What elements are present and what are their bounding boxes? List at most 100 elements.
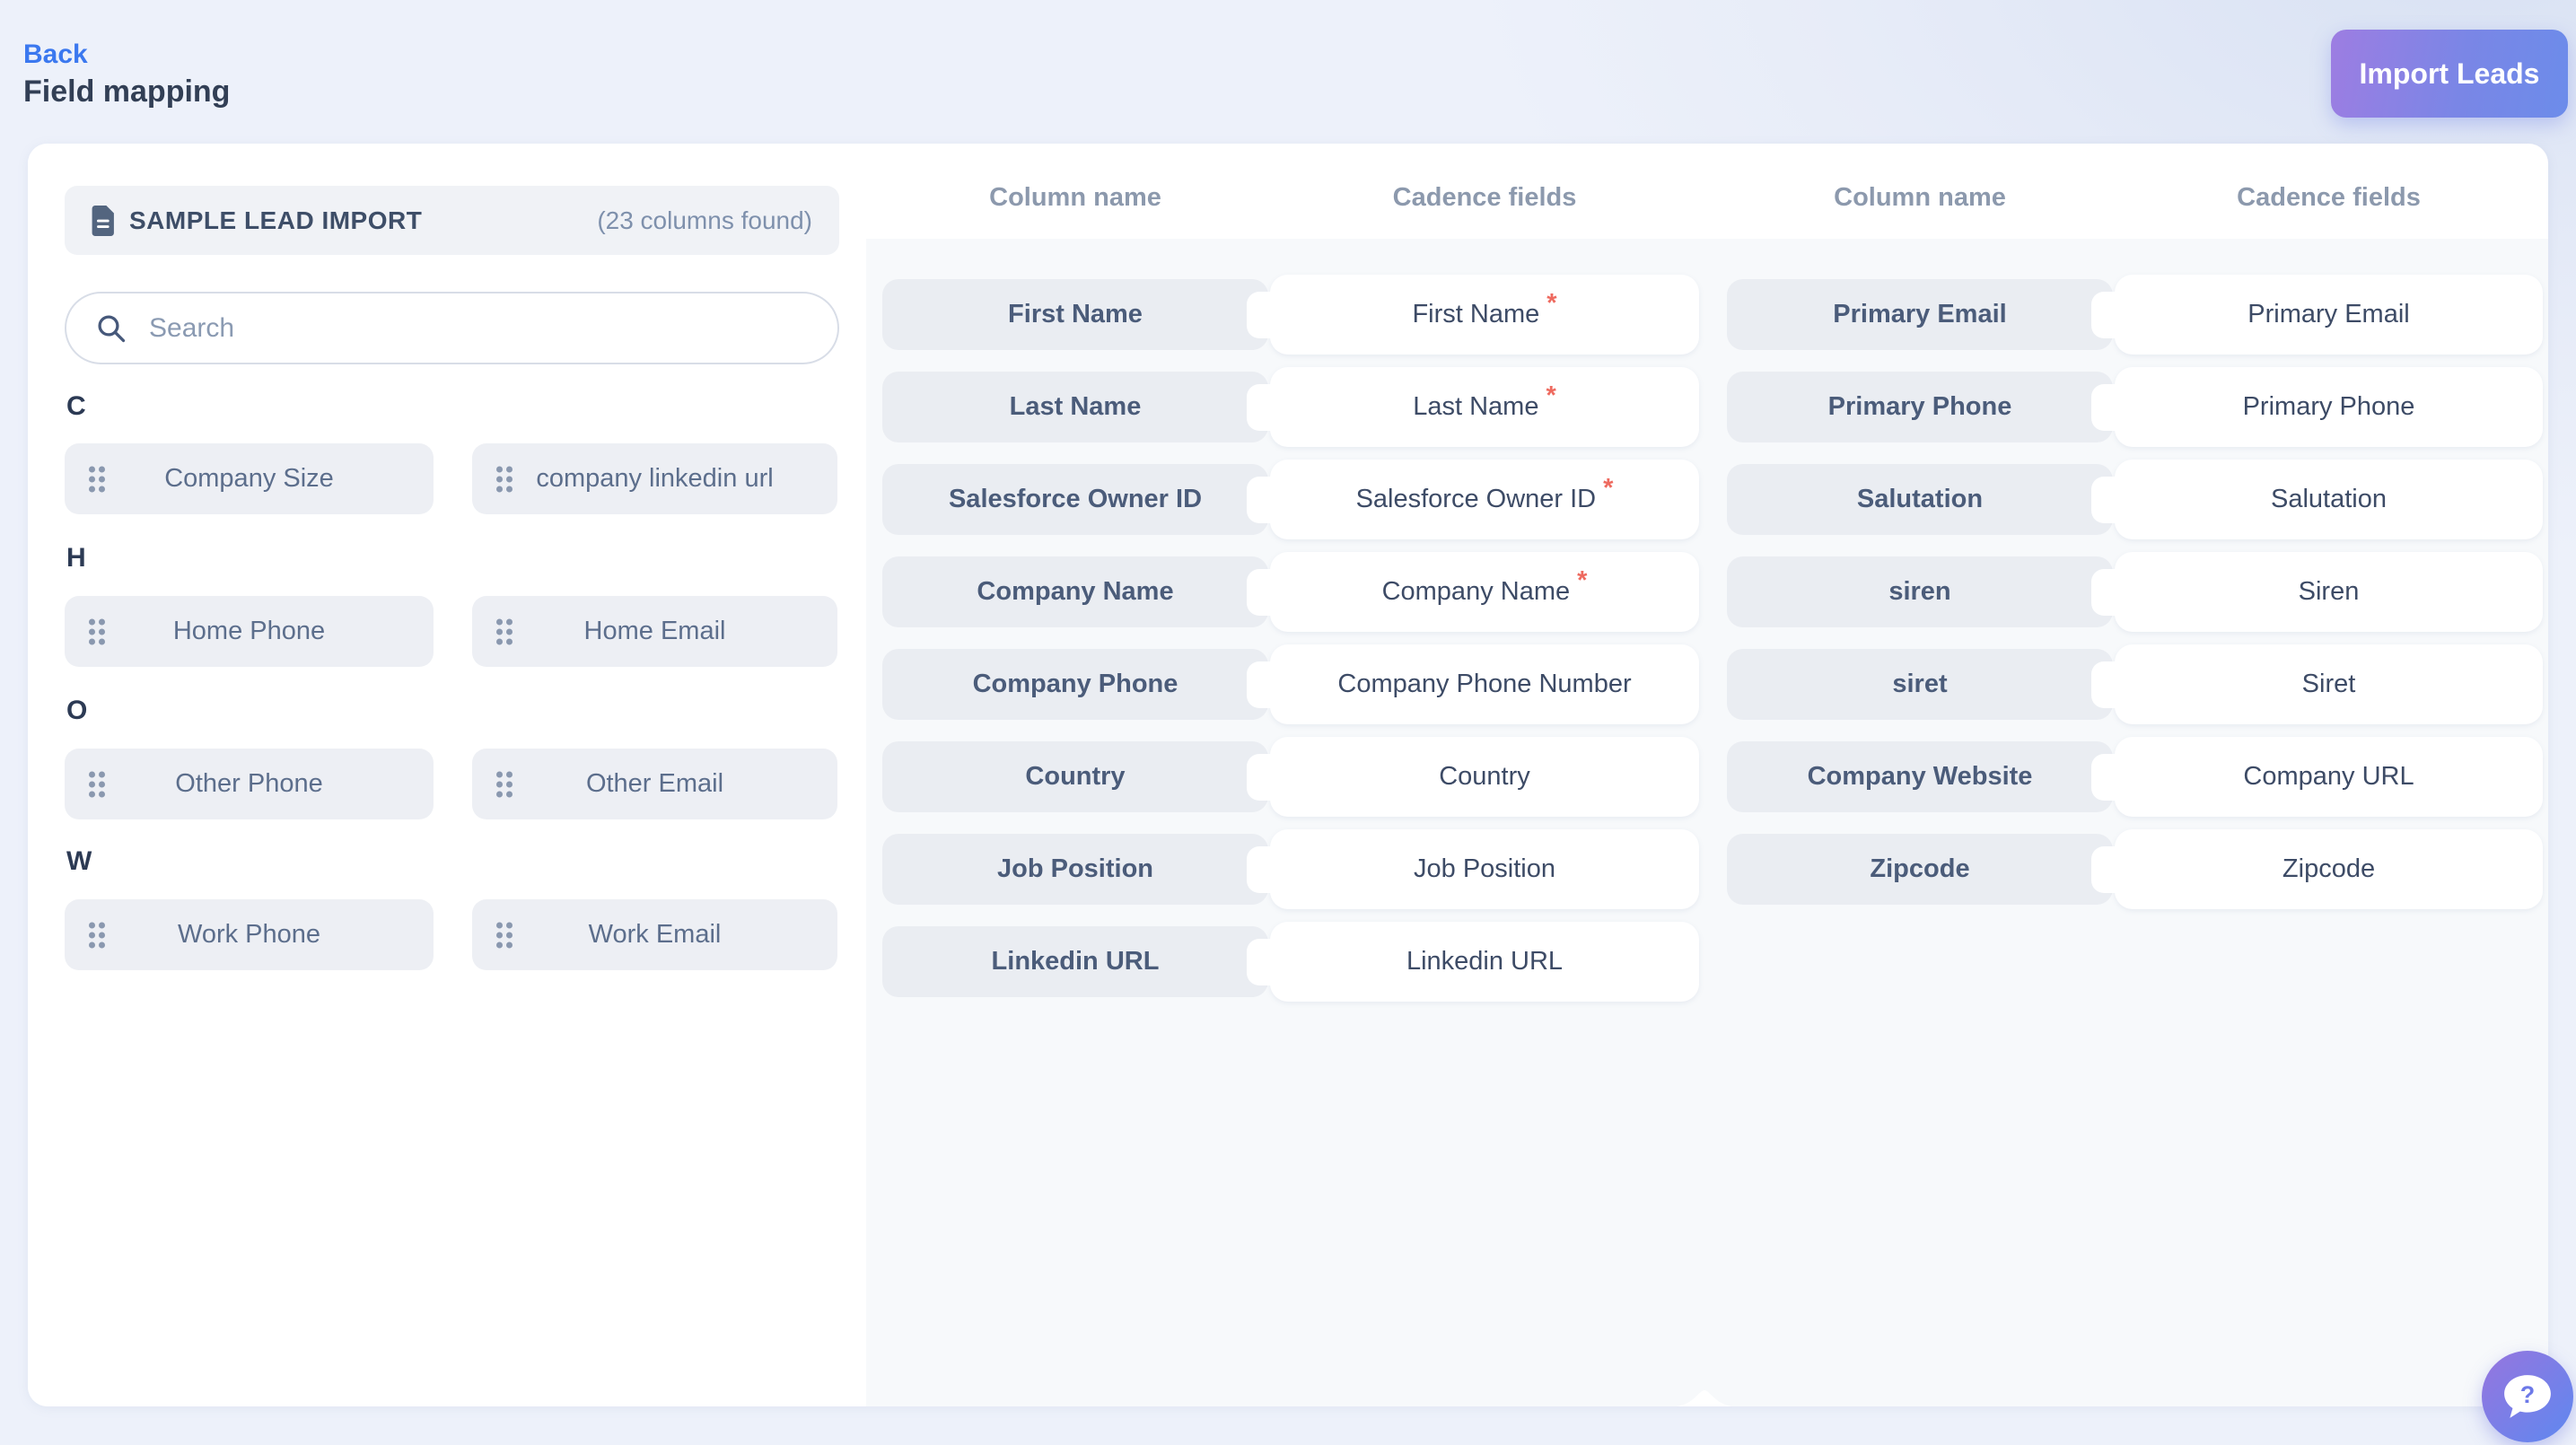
source-column-label: Company Website <box>1808 762 2033 792</box>
source-column-chip[interactable]: Company Name <box>882 556 1268 627</box>
source-column-chip[interactable]: First Name <box>882 279 1268 350</box>
help-button[interactable]: ? <box>2482 1351 2573 1442</box>
mapping-row: Linkedin URL Linkedin URL <box>882 922 1699 1002</box>
cadence-field-label: Salesforce Owner ID <box>1356 485 1597 514</box>
source-column-chip[interactable]: Last Name <box>882 372 1268 442</box>
cadence-field-chip[interactable]: Country <box>1270 737 1699 817</box>
field-chip-work-phone[interactable]: Work Phone <box>65 899 434 970</box>
group-letter: H <box>66 543 86 574</box>
field-chip-company-size[interactable]: Company Size <box>65 443 434 514</box>
required-asterisk: * <box>1577 566 1587 596</box>
mapping-row: Primary Phone Primary Phone <box>1727 367 2543 447</box>
cadence-field-chip[interactable]: Primary Phone <box>2115 367 2543 447</box>
cadence-field-label: Primary Email <box>2247 300 2409 329</box>
field-chip-other-phone[interactable]: Other Phone <box>65 749 434 819</box>
field-chip-home-email[interactable]: Home Email <box>472 596 837 667</box>
group-letter: O <box>66 696 87 726</box>
field-chip-label: Company Size <box>164 464 334 494</box>
source-column-chip[interactable]: Country <box>882 741 1268 812</box>
source-column-label: Primary Email <box>1833 300 2006 329</box>
field-chip-label: company linkedin url <box>536 464 773 494</box>
field-chip-work-email[interactable]: Work Email <box>472 899 837 970</box>
cadence-field-chip[interactable]: Siret <box>2115 644 2543 724</box>
mapping-row: Last Name Last Name* <box>882 367 1699 447</box>
back-link[interactable]: Back <box>23 39 230 69</box>
import-leads-button[interactable]: Import Leads <box>2331 30 2568 118</box>
cadence-field-chip[interactable]: Last Name* <box>1270 367 1699 447</box>
cadence-field-chip[interactable]: Company Name* <box>1270 552 1699 632</box>
cadence-field-chip[interactable]: Siren <box>2115 552 2543 632</box>
drag-handle-icon[interactable] <box>89 771 105 797</box>
source-column-chip[interactable]: Linkedin URL <box>882 926 1268 997</box>
mapping-row: Company Website Company URL <box>1727 737 2543 817</box>
drag-handle-icon[interactable] <box>496 771 513 797</box>
cadence-field-chip[interactable]: Company URL <box>2115 737 2543 817</box>
svg-text:?: ? <box>2520 1381 2535 1408</box>
source-column-chip[interactable]: Zipcode <box>1727 834 2113 905</box>
cadence-field-chip[interactable]: First Name* <box>1270 275 1699 355</box>
search-input[interactable] <box>149 313 821 344</box>
drag-handle-icon[interactable] <box>89 618 105 644</box>
source-column-label: Country <box>1025 762 1125 792</box>
cadence-field-chip[interactable]: Primary Email <box>2115 275 2543 355</box>
source-column-chip[interactable]: Job Position <box>882 834 1268 905</box>
drag-handle-icon[interactable] <box>89 466 105 492</box>
source-column-chip[interactable]: Salesforce Owner ID <box>882 464 1268 535</box>
source-column-chip[interactable]: Primary Phone <box>1727 372 2113 442</box>
search-icon <box>95 312 127 345</box>
cadence-field-label: Salutation <box>2271 485 2387 514</box>
mapping-row: First Name First Name* <box>882 275 1699 355</box>
field-chip-label: Other Phone <box>175 769 322 799</box>
field-chip-company-linkedin-url[interactable]: company linkedin url <box>472 443 837 514</box>
mapping-row: Company Name Company Name* <box>882 552 1699 632</box>
cadence-field-chip[interactable]: Linkedin URL <box>1270 922 1699 1002</box>
required-asterisk: * <box>1603 474 1613 504</box>
source-column-label: Last Name <box>1010 392 1142 422</box>
mapping-row: Company Phone Company Phone Number <box>882 644 1699 724</box>
source-column-chip[interactable]: Company Phone <box>882 649 1268 720</box>
cadence-field-label: Primary Phone <box>2243 392 2415 422</box>
source-column-chip[interactable]: siret <box>1727 649 2113 720</box>
source-column-label: Job Position <box>997 854 1153 884</box>
page-title: Field mapping <box>23 74 230 109</box>
cadence-fields-header: Cadence fields <box>2115 183 2543 213</box>
cadence-field-chip[interactable]: Salutation <box>2115 460 2543 539</box>
cadence-field-label: Last Name <box>1413 392 1538 422</box>
cadence-field-label: Country <box>1439 762 1530 792</box>
drag-handle-icon[interactable] <box>496 922 513 948</box>
search-box[interactable] <box>65 292 839 364</box>
source-column-label: Linkedin URL <box>992 947 1160 976</box>
cadence-field-label: Siren <box>2299 577 2360 607</box>
mapping-row: Zipcode Zipcode <box>1727 829 2543 909</box>
source-column-chip[interactable]: Salutation <box>1727 464 2113 535</box>
field-chip-home-phone[interactable]: Home Phone <box>65 596 434 667</box>
field-chip-other-email[interactable]: Other Email <box>472 749 837 819</box>
page-header: Back Field mapping <box>23 39 230 109</box>
mapping-row: Country Country <box>882 737 1699 817</box>
source-column-chip[interactable]: siren <box>1727 556 2113 627</box>
field-chip-label: Home Email <box>584 617 726 646</box>
source-column-label: Primary Phone <box>1828 392 2012 422</box>
cadence-field-chip[interactable]: Company Phone Number <box>1270 644 1699 724</box>
source-column-label: Salutation <box>1857 485 1983 514</box>
cadence-field-label: Company URL <box>2243 762 2414 792</box>
cadence-field-label: Company Name <box>1382 577 1571 607</box>
group-letter: W <box>66 846 92 877</box>
cadence-field-chip[interactable]: Salesforce Owner ID* <box>1270 460 1699 539</box>
drag-handle-icon[interactable] <box>89 922 105 948</box>
source-column-chip[interactable]: Company Website <box>1727 741 2113 812</box>
source-column-chip[interactable]: Primary Email <box>1727 279 2113 350</box>
cadence-field-label: Company Phone Number <box>1337 670 1631 699</box>
field-chip-label: Other Email <box>586 769 723 799</box>
cadence-field-chip[interactable]: Job Position <box>1270 829 1699 909</box>
mapping-row: siren Siren <box>1727 552 2543 632</box>
scroll-up-indicator <box>1676 1388 1733 1406</box>
drag-handle-icon[interactable] <box>496 618 513 644</box>
drag-handle-icon[interactable] <box>496 466 513 492</box>
cadence-field-chip[interactable]: Zipcode <box>2115 829 2543 909</box>
source-column-label: Zipcode <box>1870 854 1969 884</box>
source-columns-panel: SAMPLE LEAD IMPORT (23 columns found) C … <box>28 144 866 1406</box>
field-chip-label: Home Phone <box>173 617 325 646</box>
cadence-field-label: Linkedin URL <box>1406 947 1563 976</box>
cadence-fields-header: Cadence fields <box>1270 183 1699 213</box>
